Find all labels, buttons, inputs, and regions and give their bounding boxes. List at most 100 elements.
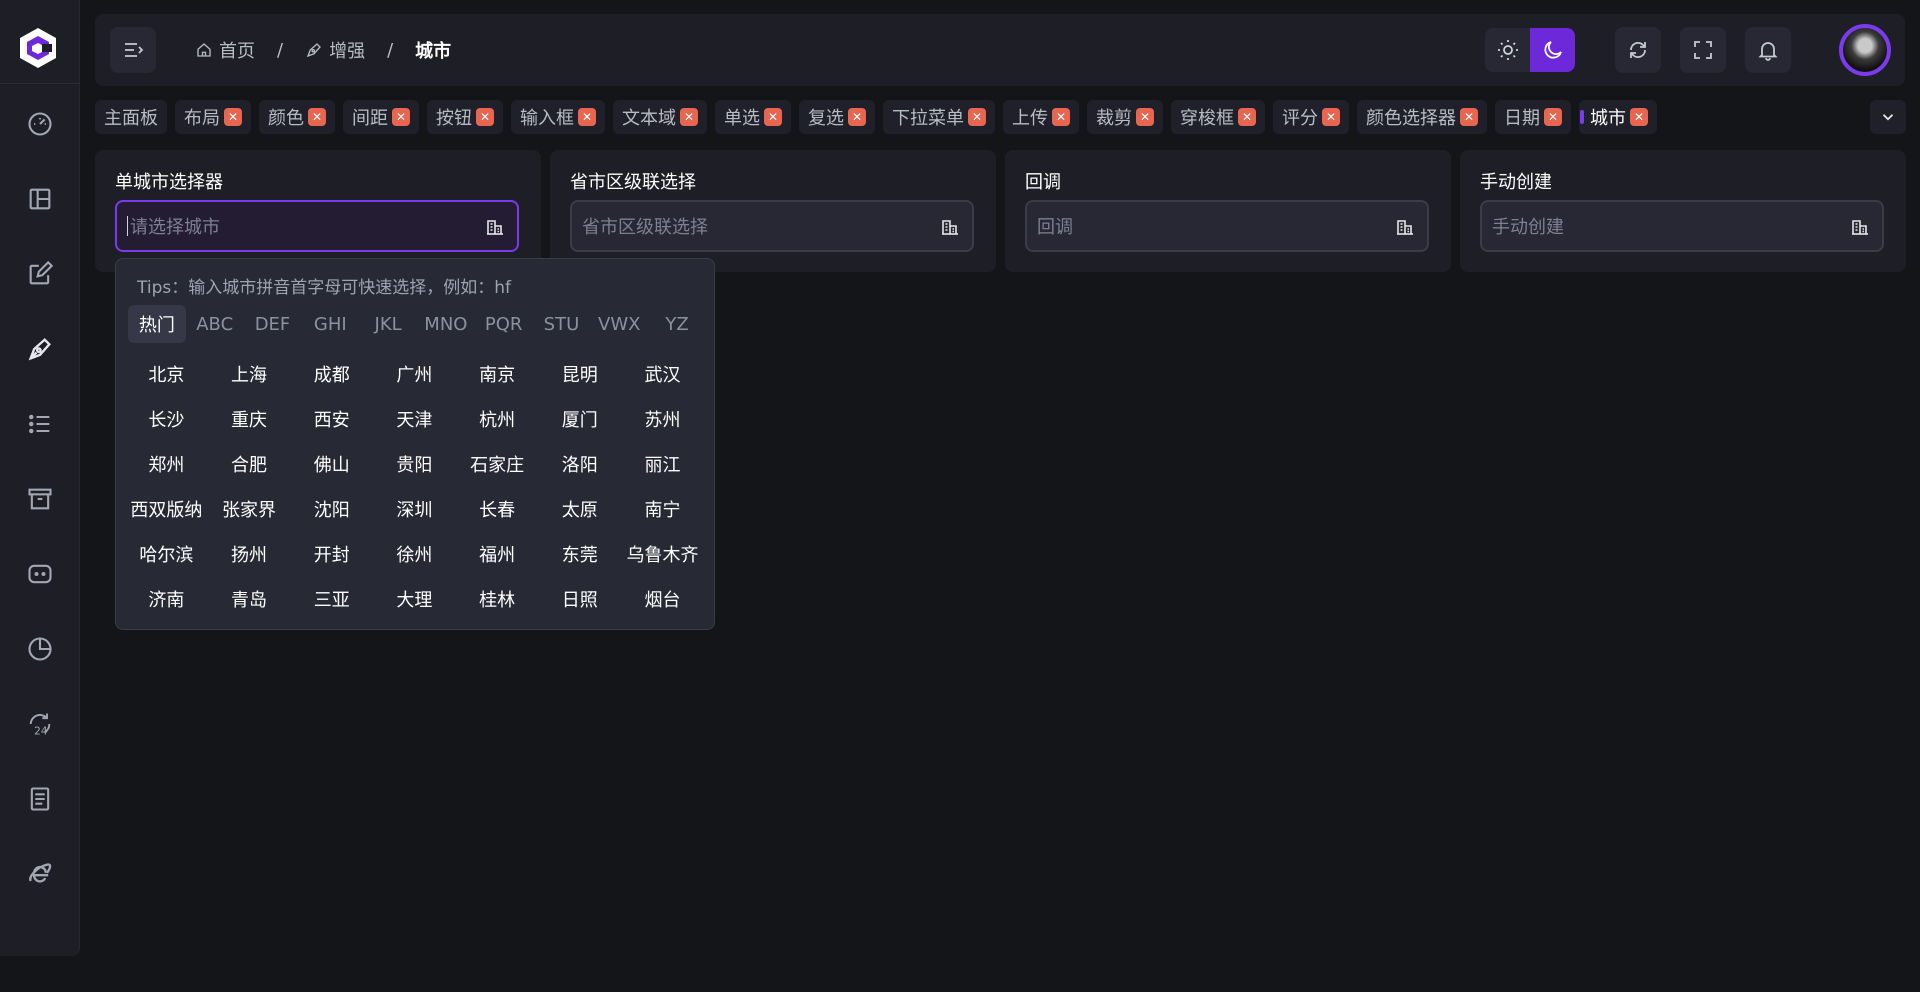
city-option[interactable]: 深圳 [373,486,456,531]
city-option[interactable]: 长春 [456,486,539,531]
city-option[interactable]: 武汉 [621,351,704,396]
city-option[interactable]: 烟台 [621,576,704,621]
close-icon[interactable]: ✕ [1322,108,1340,126]
close-icon[interactable]: ✕ [680,108,698,126]
city-option[interactable]: 大理 [373,576,456,621]
letter-tab[interactable]: JKL [359,305,417,343]
tab-item[interactable]: 城市 ✕ [1579,100,1657,134]
close-icon[interactable]: ✕ [476,108,494,126]
notification-button[interactable] [1745,27,1791,73]
city-option[interactable]: 上海 [208,351,291,396]
city-option[interactable]: 徐州 [373,531,456,576]
app-logo-icon[interactable] [16,26,60,70]
tab-item[interactable]: 布局 ✕ [175,100,251,134]
light-mode-button[interactable] [1485,28,1530,72]
layout-icon[interactable] [24,183,56,215]
city-option[interactable]: 西双版纳 [125,486,208,531]
city-option[interactable]: 日照 [538,576,621,621]
city-option[interactable]: 沈阳 [290,486,373,531]
edit-icon[interactable] [24,258,56,290]
city-option[interactable]: 西安 [290,396,373,441]
dashboard-icon[interactable] [24,108,56,140]
city-option[interactable]: 太原 [538,486,621,531]
tab-item[interactable]: 裁剪 ✕ [1087,100,1163,134]
city-option[interactable]: 广州 [373,351,456,396]
tab-item[interactable]: 上传 ✕ [1003,100,1079,134]
tab-item[interactable]: 评分 ✕ [1273,100,1349,134]
letter-tab[interactable]: ABC [186,305,244,343]
city-option[interactable]: 苏州 [621,396,704,441]
city-option[interactable]: 佛山 [290,441,373,486]
pie-chart-icon[interactable] [24,633,56,665]
fullscreen-button[interactable] [1680,27,1726,73]
letter-tab[interactable]: VWX [590,305,648,343]
close-icon[interactable]: ✕ [764,108,782,126]
city-option[interactable]: 洛阳 [538,441,621,486]
list-icon[interactable] [24,408,56,440]
letter-tab[interactable]: GHI [301,305,359,343]
tab-item[interactable]: 输入框 ✕ [511,100,605,134]
tab-item[interactable]: 日期 ✕ [1495,100,1571,134]
breadcrumb-parent[interactable]: 增强 [305,37,365,63]
tab-item[interactable]: 按钮 ✕ [427,100,503,134]
city-option[interactable]: 南京 [456,351,539,396]
city-option[interactable]: 桂林 [456,576,539,621]
city-option[interactable]: 郑州 [125,441,208,486]
city-option[interactable]: 贵阳 [373,441,456,486]
close-icon[interactable]: ✕ [578,108,596,126]
refresh-button[interactable] [1615,27,1661,73]
pen-tool-icon[interactable] [24,333,56,365]
city-option[interactable]: 济南 [125,576,208,621]
close-icon[interactable]: ✕ [968,108,986,126]
theme-toggle[interactable] [1485,28,1575,72]
tabs-more-button[interactable] [1870,100,1906,134]
tab-item[interactable]: 颜色选择器 ✕ [1357,100,1487,134]
city-option[interactable]: 东莞 [538,531,621,576]
chat-bot-icon[interactable] [24,558,56,590]
close-icon[interactable]: ✕ [1630,108,1648,126]
city-option[interactable]: 扬州 [208,531,291,576]
tab-item[interactable]: 下拉菜单 ✕ [883,100,995,134]
city-option[interactable]: 南宁 [621,486,704,531]
city-option[interactable]: 福州 [456,531,539,576]
close-icon[interactable]: ✕ [1238,108,1256,126]
city-option[interactable]: 石家庄 [456,441,539,486]
dark-mode-button[interactable] [1530,28,1575,72]
city-option[interactable]: 开封 [290,531,373,576]
close-icon[interactable]: ✕ [1460,108,1478,126]
close-icon[interactable]: ✕ [1136,108,1154,126]
letter-tab[interactable]: MNO [417,305,475,343]
city-option[interactable]: 厦门 [538,396,621,441]
city-option[interactable]: 乌鲁木齐 [621,531,704,576]
city-option[interactable]: 昆明 [538,351,621,396]
city-input[interactable]: 手动创建 [1480,200,1884,252]
tab-item[interactable]: 间距 ✕ [343,100,419,134]
ie-browser-icon[interactable] [24,858,56,890]
user-avatar[interactable] [1839,24,1891,76]
letter-tab[interactable]: 热门 [128,305,186,343]
24-hour-icon[interactable]: 24 [24,708,56,740]
city-option[interactable]: 重庆 [208,396,291,441]
city-option[interactable]: 张家界 [208,486,291,531]
tab-item[interactable]: 单选 ✕ [715,100,791,134]
city-option[interactable]: 三亚 [290,576,373,621]
tab-item[interactable]: 文本域 ✕ [613,100,707,134]
letter-tab[interactable]: STU [533,305,591,343]
city-option[interactable]: 丽江 [621,441,704,486]
close-icon[interactable]: ✕ [1052,108,1070,126]
tab-item[interactable]: 主面板 [95,100,167,134]
city-option[interactable]: 长沙 [125,396,208,441]
tab-item[interactable]: 颜色 ✕ [259,100,335,134]
tab-item[interactable]: 穿梭框 ✕ [1171,100,1265,134]
city-option[interactable]: 北京 [125,351,208,396]
city-input[interactable]: 回调 [1025,200,1429,252]
close-icon[interactable]: ✕ [308,108,326,126]
letter-tab[interactable]: DEF [244,305,302,343]
close-icon[interactable]: ✕ [848,108,866,126]
city-option[interactable]: 合肥 [208,441,291,486]
city-option[interactable]: 杭州 [456,396,539,441]
city-input[interactable]: 省市区级联选择 [570,200,974,252]
letter-tab[interactable]: YZ [648,305,706,343]
close-icon[interactable]: ✕ [1544,108,1562,126]
city-option[interactable]: 哈尔滨 [125,531,208,576]
